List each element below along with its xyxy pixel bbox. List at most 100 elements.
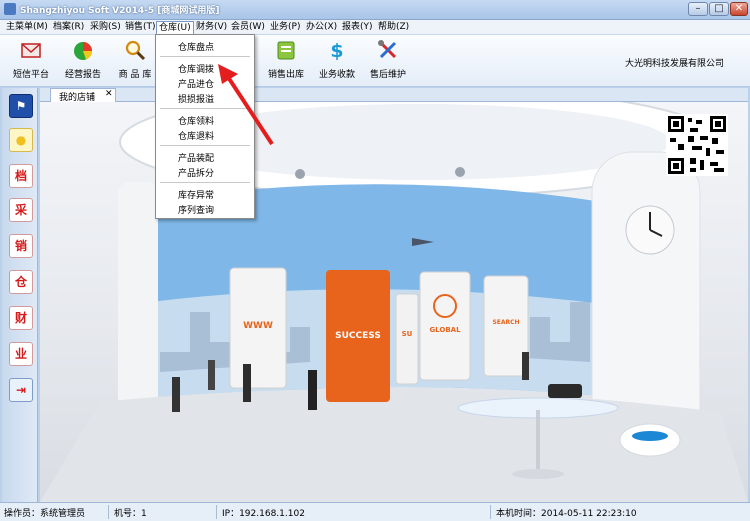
qr-code xyxy=(666,114,728,176)
status-operator: 操作员：系统管理员 xyxy=(4,509,86,519)
exit-icon: ⇥ xyxy=(15,383,27,397)
menu-item-stocktake[interactable]: 仓库盘点 xyxy=(178,40,214,53)
envelope-icon xyxy=(21,43,41,58)
close-button[interactable]: ✕ xyxy=(730,2,748,16)
sms-platform-button[interactable]: 短信平台 xyxy=(5,37,57,83)
sms-platform-label: 短信平台 xyxy=(12,70,49,80)
store-showroom-scene: WWW SUCCESS SU GLOBAL SEARCH xyxy=(40,102,748,502)
quick-sidebar: ⚑ ● 档 采 销 仓 财 业 ⇥ xyxy=(2,88,38,502)
after-sales-label: 售后维护 xyxy=(369,70,406,80)
product-library-button[interactable]: 商 品 库 xyxy=(109,37,161,83)
menu-report[interactable]: 报表(Y) xyxy=(340,21,375,34)
sidebar-sales-button[interactable]: 销 xyxy=(9,234,33,258)
person-figure xyxy=(208,360,215,390)
person-figure xyxy=(522,352,529,380)
search-panel xyxy=(483,275,529,377)
menu-item-disassembly[interactable]: 产品拆分 xyxy=(178,166,214,179)
menu-purchase[interactable]: 采购(S) xyxy=(88,21,123,34)
table-base xyxy=(512,469,564,479)
minimize-button[interactable]: – xyxy=(688,2,708,16)
menu-item-assembly[interactable]: 产品装配 xyxy=(178,151,214,164)
dollar-icon: $ xyxy=(330,40,343,61)
toolbar: 短信平台 经营报告 商 品 库 销售出库 $ 业务收款 售后维护 大光明科技发展… xyxy=(0,35,750,87)
document-tabbar: 我的店铺 ✕ xyxy=(40,88,748,103)
sidebar-purchase-button[interactable]: 采 xyxy=(9,198,33,222)
menu-item-serial-query[interactable]: 序列查询 xyxy=(178,203,214,216)
sidebar-finance-button[interactable]: 财 xyxy=(9,306,33,330)
spotlight xyxy=(455,167,465,177)
status-divider xyxy=(108,505,109,519)
pie-chart-icon xyxy=(74,42,93,60)
product-library-label: 商 品 库 xyxy=(118,70,152,80)
chair-cushion xyxy=(632,431,668,441)
spotlight xyxy=(295,169,305,179)
su-panel xyxy=(395,293,419,385)
archive-char-icon: 档 xyxy=(14,169,27,183)
sidebar-exit-button[interactable]: ⇥ xyxy=(9,378,33,402)
status-ip: IP：192.168.1.102 xyxy=(222,509,305,519)
finance-char-icon: 财 xyxy=(14,311,27,325)
business-collection-button[interactable]: $ 业务收款 xyxy=(311,37,363,83)
sidebar-flag-button[interactable]: ⚑ xyxy=(9,94,33,118)
person-figure xyxy=(243,364,251,402)
menu-archive[interactable]: 档案(R) xyxy=(51,21,86,34)
title-bar: Shangzhiyou Soft V2014-5 [商城网试用版] – □ ✕ xyxy=(0,0,750,20)
sidebar-warehouse-button[interactable]: 仓 xyxy=(9,270,33,294)
global-panel-text: GLOBAL xyxy=(429,326,461,334)
menu-warehouse[interactable]: 仓库(U) xyxy=(156,21,194,34)
person-figure xyxy=(172,377,180,412)
su-panel-text: SU xyxy=(402,330,413,338)
menu-separator xyxy=(160,56,250,57)
svg-text:$: $ xyxy=(330,40,343,61)
menu-main[interactable]: 主菜单(M) xyxy=(4,21,50,34)
sales-char-icon: 销 xyxy=(14,239,27,253)
business-collection-label: 业务收款 xyxy=(318,70,355,80)
maximize-button[interactable]: □ xyxy=(709,2,729,16)
showroom-illustration: WWW SUCCESS SU GLOBAL SEARCH xyxy=(40,102,748,502)
menu-item-material-requisition[interactable]: 仓库领料 xyxy=(178,114,214,127)
menu-separator xyxy=(160,182,250,183)
sidebar-business-button[interactable]: 业 xyxy=(9,342,33,366)
menu-help[interactable]: 帮助(Z) xyxy=(376,21,411,34)
person-figure xyxy=(308,370,317,410)
telephone xyxy=(548,384,582,398)
menu-item-product-inbound[interactable]: 产品进仓 xyxy=(178,77,214,90)
app-icon xyxy=(4,3,16,15)
status-divider xyxy=(216,505,217,519)
status-time: 本机时间：2014-05-11 22:23:10 xyxy=(496,509,637,519)
menu-finance[interactable]: 财务(V) xyxy=(194,21,229,34)
status-divider xyxy=(490,505,491,519)
left-pillar xyxy=(118,182,158,422)
menu-item-material-return[interactable]: 仓库退料 xyxy=(178,129,214,142)
business-report-button[interactable]: 经营报告 xyxy=(57,37,109,83)
purchase-char-icon: 采 xyxy=(14,203,27,217)
qr-code-image xyxy=(666,114,728,176)
www-panel-text: WWW xyxy=(243,321,273,331)
business-report-label: 经营报告 xyxy=(64,70,101,80)
menu-item-transfer[interactable]: 仓库调拨 xyxy=(178,62,214,75)
menu-sales[interactable]: 销售(T) xyxy=(123,21,158,34)
tab-my-store[interactable]: 我的店铺 ✕ xyxy=(50,88,116,103)
flag-icon: ⚑ xyxy=(15,99,27,113)
success-panel-text: SUCCESS xyxy=(335,331,381,341)
inventory-icon xyxy=(277,41,295,60)
company-name: 大光明科技发展有限公司 xyxy=(625,59,725,69)
status-machine: 机号：1 xyxy=(114,509,147,519)
menu-office[interactable]: 办公(X) xyxy=(304,21,339,34)
search-panel-text: SEARCH xyxy=(492,319,519,326)
tab-close-icon[interactable]: ✕ xyxy=(105,89,113,99)
status-bar: 操作员：系统管理员 机号：1 IP：192.168.1.102 本机时间：201… xyxy=(0,502,750,521)
sidebar-idea-button[interactable]: ● xyxy=(9,128,33,152)
business-char-icon: 业 xyxy=(14,347,27,361)
menu-item-stock-anomaly[interactable]: 库存异常 xyxy=(178,188,214,201)
menu-bar: 主菜单(M) 档案(R) 采购(S) 销售(T) 仓库(U) 财务(V) 会员(… xyxy=(0,20,750,35)
annotation-arrow xyxy=(218,64,274,146)
magnifier-icon xyxy=(125,40,146,61)
lightbulb-icon: ● xyxy=(15,133,27,147)
menu-item-loss-overflow[interactable]: 损损报溢 xyxy=(178,92,214,105)
after-sales-button[interactable]: 售后维护 xyxy=(362,37,414,83)
menu-business[interactable]: 业务(P) xyxy=(268,21,302,34)
sidebar-archive-button[interactable]: 档 xyxy=(9,164,33,188)
menu-member[interactable]: 会员(W) xyxy=(229,21,267,34)
warehouse-char-icon: 仓 xyxy=(14,275,27,289)
